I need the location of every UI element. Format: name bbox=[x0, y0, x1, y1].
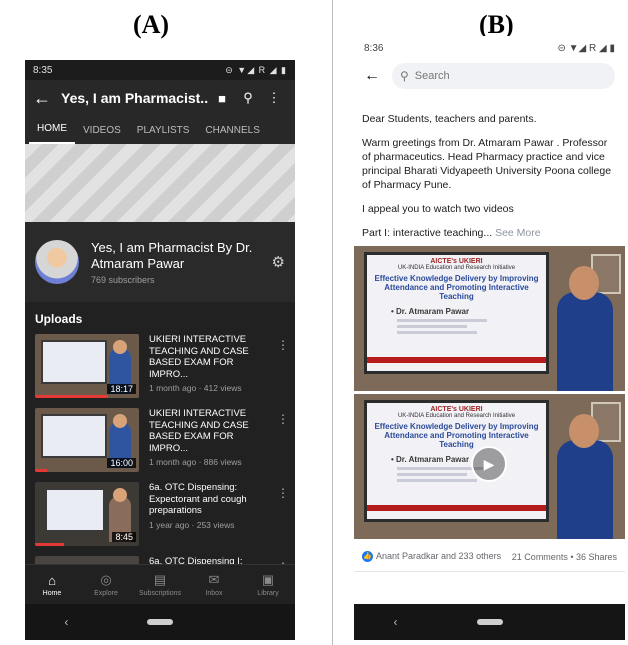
uploads-heading: Uploads bbox=[35, 312, 83, 326]
slide-title: Effective Knowledge Delivery by Improvin… bbox=[374, 274, 539, 301]
nav-label: Library bbox=[257, 590, 279, 597]
video-meta: 1 year ago · 253 views bbox=[149, 519, 235, 530]
tab-channels[interactable]: CHANNELS bbox=[197, 125, 267, 144]
slide-subheader: UK-INDIA Education and Research Initiati… bbox=[397, 413, 516, 419]
video-thumbnail[interactable]: AICTE's UKIERI UK-INDIA Education and Re… bbox=[354, 246, 625, 391]
status-bar: 8:35 ⊝ ▼◢ R ◢ ▮ bbox=[25, 60, 295, 80]
system-home-pill[interactable] bbox=[476, 619, 503, 625]
nav-label: Inbox bbox=[205, 590, 223, 597]
search-icon: ⚲ bbox=[400, 69, 409, 83]
video-thumbnail[interactable]: 8:45 bbox=[35, 482, 139, 546]
home-icon: ⌂ bbox=[48, 572, 56, 588]
search-input[interactable]: ⚲ Search bbox=[392, 63, 615, 89]
search-placeholder: Search bbox=[414, 70, 450, 82]
nav-subscriptions[interactable]: ▤ Subscriptions bbox=[133, 572, 187, 597]
nav-label: Subscriptions bbox=[138, 590, 182, 597]
video-duration: 16:00 bbox=[107, 458, 136, 468]
mail-icon: ✉ bbox=[208, 572, 220, 587]
post-text: Dear Students, teachers and parents. War… bbox=[354, 106, 625, 240]
video-title: 6a. OTC Dispensing: Expectorant and coug… bbox=[149, 482, 247, 516]
channel-header: Yes, I am Pharmacist By Dr. Atmaram Pawa… bbox=[25, 222, 295, 302]
video-duration: 8:45 bbox=[112, 532, 136, 542]
nav-inbox[interactable]: ✉ Inbox bbox=[187, 572, 241, 597]
channel-banner bbox=[25, 144, 295, 222]
channel-title: Yes, I am Pharmacist... bbox=[61, 90, 209, 106]
video-title: UKIERI INTERACTIVE TEACHING AND CASE BAS… bbox=[149, 334, 249, 380]
system-back-icon[interactable]: ‹ bbox=[394, 615, 398, 629]
search-icon[interactable]: ⚲ bbox=[235, 90, 261, 106]
search-bar: ← ⚲ Search bbox=[354, 60, 625, 92]
subscriber-count: 769 subscribers bbox=[91, 274, 155, 285]
system-nav-bar: ‹ ‹ bbox=[354, 604, 625, 640]
video-item[interactable]: 18:17 UKIERI INTERACTIVE TEACHING AND CA… bbox=[25, 330, 295, 404]
back-arrow-icon[interactable]: ← bbox=[364, 67, 392, 85]
reactions-bar: 👍 Anant Paradkar and 233 others 21 Commen… bbox=[354, 542, 625, 572]
nav-label: Explore bbox=[94, 590, 118, 597]
channel-avatar[interactable] bbox=[35, 240, 79, 284]
post-appeal: I appeal you to watch two videos bbox=[362, 203, 514, 215]
like-icon: 👍 bbox=[362, 551, 373, 563]
tab-playlists[interactable]: PLAYLISTS bbox=[129, 125, 198, 144]
nav-explore[interactable]: ◎ Explore bbox=[79, 572, 133, 597]
video-thumbnail[interactable]: 18:17 bbox=[35, 334, 139, 398]
status-icons: ⊝ ▼◢ R ◢ ▮ bbox=[557, 42, 616, 54]
slide-presenter: • Dr. Atmaram Pawar bbox=[391, 455, 470, 464]
post-header bbox=[354, 92, 625, 106]
post-greeting: Dear Students, teachers and parents. bbox=[362, 113, 537, 125]
video-thumbnail[interactable]: 16:00 bbox=[35, 408, 139, 472]
slide-header: AICTE's UKIERI bbox=[430, 258, 483, 265]
nav-label: Home bbox=[42, 589, 62, 597]
slide-presenter: • Dr. Atmaram Pawar bbox=[391, 307, 470, 316]
more-vert-icon[interactable]: ⋮ bbox=[261, 90, 287, 106]
video-item[interactable]: 8:45 6a. OTC Dispensing: Expectorant and… bbox=[25, 478, 295, 552]
gear-icon[interactable]: ⚙ bbox=[272, 253, 285, 271]
see-more-link[interactable]: See More bbox=[495, 227, 541, 239]
channel-tabs: HOME VIDEOS PLAYLISTS CHANNELS bbox=[25, 116, 295, 144]
app-bar: ← Yes, I am Pharmacist... ■ ⚲ ⋮ bbox=[25, 80, 295, 116]
system-home-pill[interactable] bbox=[146, 619, 173, 625]
tab-home[interactable]: HOME bbox=[29, 123, 75, 144]
more-vert-icon[interactable]: ⋮ bbox=[277, 338, 289, 352]
status-time: 8:35 bbox=[33, 64, 53, 76]
watch-progress-bar bbox=[35, 543, 65, 546]
slide-title: Effective Knowledge Delivery by Improvin… bbox=[374, 422, 539, 449]
panel-label-a: (A) bbox=[133, 10, 170, 39]
play-icon[interactable]: ▶ bbox=[471, 446, 507, 482]
likes-text: Anant Paradkar and 233 others bbox=[376, 550, 502, 561]
video-meta: 1 month ago · 412 views bbox=[149, 383, 242, 393]
video-title: UKIERI INTERACTIVE TEACHING AND CASE BAS… bbox=[149, 408, 249, 454]
facebook-screen: 8:36 ⊝ ▼◢ R ◢ ▮ ← ⚲ Search Dear Students… bbox=[354, 36, 625, 640]
more-vert-icon[interactable]: ⋮ bbox=[277, 486, 289, 500]
channel-name: Yes, I am Pharmacist By Dr. Atmaram Pawa… bbox=[91, 239, 253, 271]
video-camera-icon[interactable]: ■ bbox=[209, 91, 235, 106]
status-time: 8:36 bbox=[364, 42, 384, 54]
more-vert-icon[interactable]: ⋮ bbox=[277, 412, 289, 426]
nav-home[interactable]: ⌂ Home bbox=[25, 573, 79, 597]
bottom-nav: ⌂ Home ◎ Explore ▤ Subscriptions ✉ Inbox… bbox=[25, 564, 295, 604]
video-meta: 1 month ago · 886 views bbox=[149, 457, 242, 467]
compass-icon: ◎ bbox=[100, 572, 112, 587]
video-player[interactable]: AICTE's UKIERI UK-INDIA Education and Re… bbox=[354, 394, 625, 539]
post-body: Warm greetings from Dr. Atmaram Pawar . … bbox=[362, 137, 612, 191]
video-duration: 18:17 bbox=[107, 384, 136, 394]
post-part: Part I: interactive teaching... bbox=[362, 227, 493, 239]
status-bar: 8:36 ⊝ ▼◢ R ◢ ▮ bbox=[354, 36, 625, 60]
subscriptions-icon: ▤ bbox=[153, 572, 167, 587]
panel-divider bbox=[332, 0, 333, 645]
system-nav-bar: ‹ ‹ bbox=[25, 604, 295, 640]
slide-header: AICTE's UKIERI bbox=[430, 406, 483, 413]
library-icon: ▣ bbox=[261, 572, 275, 587]
youtube-screen: 8:35 ⊝ ▼◢ R ◢ ▮ ← Yes, I am Pharmacist..… bbox=[25, 60, 295, 640]
back-arrow-icon[interactable]: ← bbox=[33, 88, 61, 109]
slide-subheader: UK-INDIA Education and Research Initiati… bbox=[397, 265, 516, 271]
tab-videos[interactable]: VIDEOS bbox=[75, 125, 129, 144]
status-icons: ⊝ ▼◢ R ◢ ▮ bbox=[225, 64, 287, 75]
watch-progress-bar bbox=[35, 469, 48, 472]
system-back-icon[interactable]: ‹ bbox=[64, 615, 68, 629]
comments-shares[interactable]: 21 Comments • 36 Shares bbox=[512, 552, 617, 562]
likes-summary[interactable]: 👍 Anant Paradkar and 233 others bbox=[362, 550, 502, 563]
video-item[interactable]: 16:00 UKIERI INTERACTIVE TEACHING AND CA… bbox=[25, 404, 295, 478]
watch-progress-bar bbox=[35, 395, 108, 398]
nav-library[interactable]: ▣ Library bbox=[241, 572, 295, 597]
